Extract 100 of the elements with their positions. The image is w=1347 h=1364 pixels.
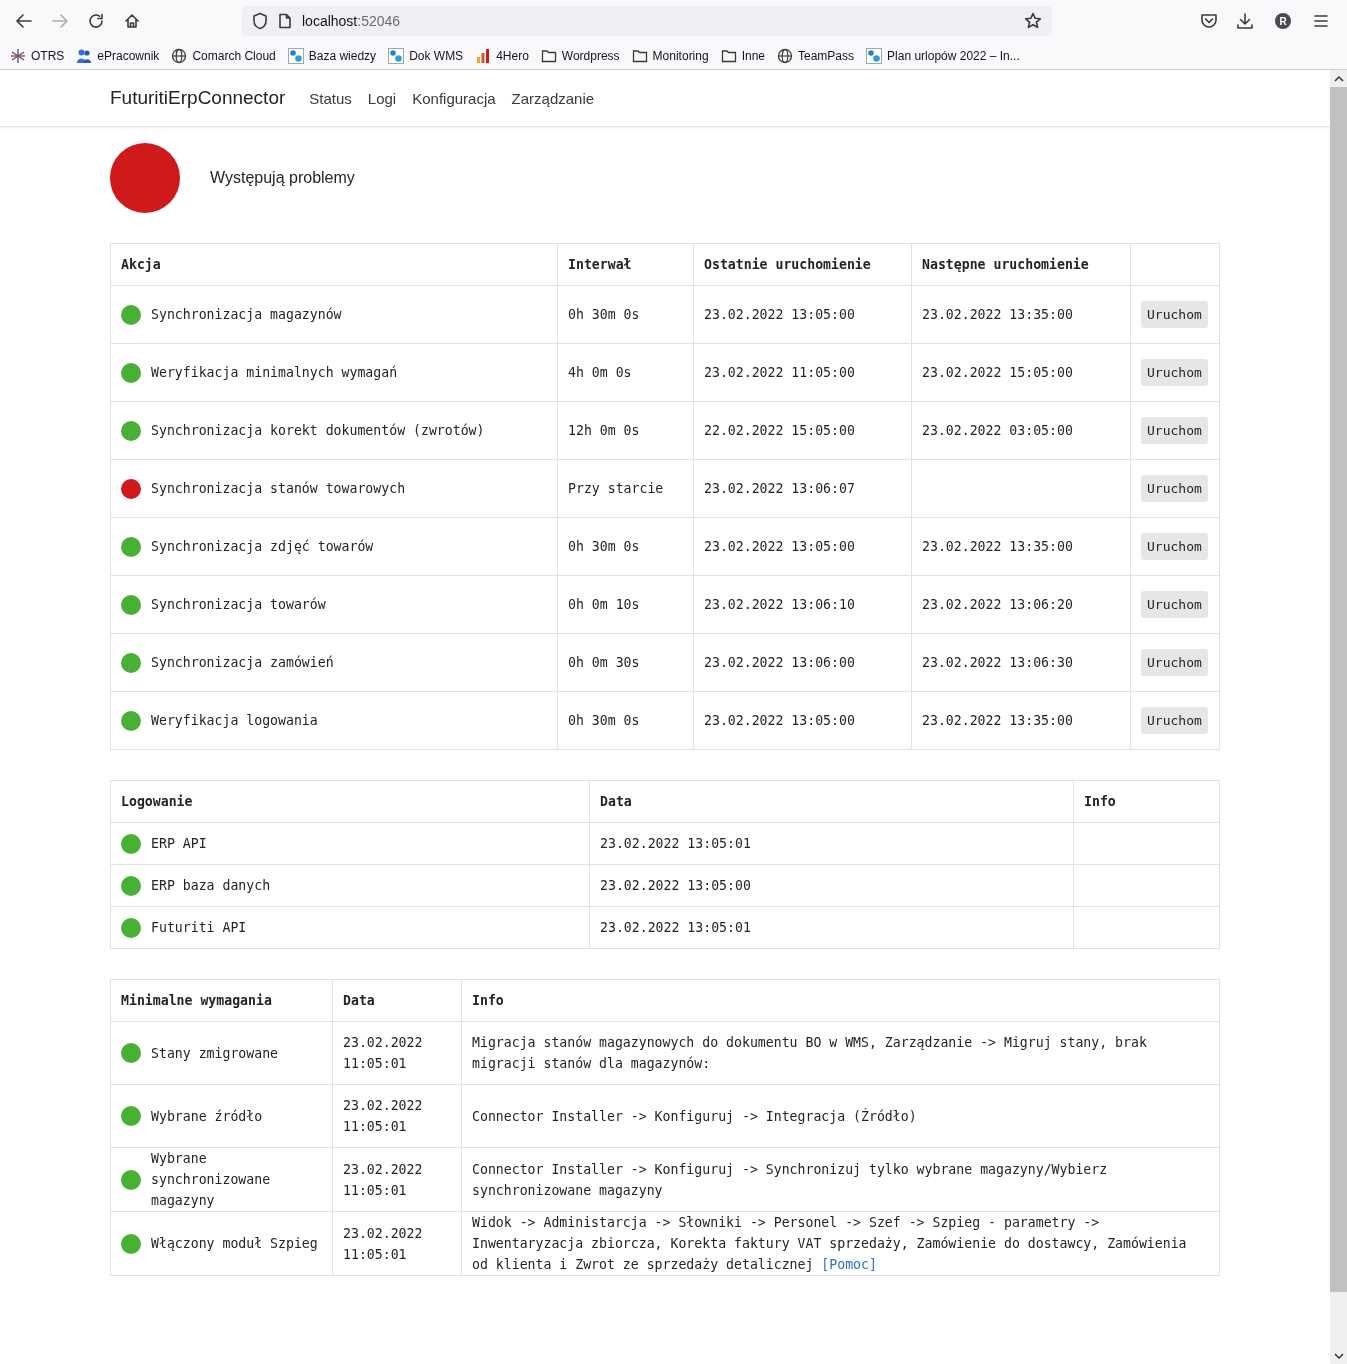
table-cell: 23.02.2022 11:05:00	[704, 365, 855, 380]
table-cell: 0h 0m 10s	[568, 597, 640, 612]
table-cell: 23.02.2022 13:05:01	[600, 920, 751, 935]
column-header: Info	[1084, 794, 1116, 809]
home-icon[interactable]	[124, 13, 140, 29]
table-cell: 23.02.2022 11:05:01	[343, 1161, 423, 1198]
reload-icon[interactable]	[88, 13, 104, 29]
info-text: Migracja stanów magazynowych do dokumentu BO w WMS, Zarządzanie -> Migruj stany, brak migracji stanów dla magazynów:	[472, 1034, 1148, 1073]
column-header: Ostatnie uruchomienie	[704, 257, 871, 272]
table-cell: 23.02.2022 13:05:00	[704, 307, 855, 322]
column-header: Data	[343, 993, 375, 1008]
table-cell: 23.02.2022 13:05:01	[600, 836, 751, 851]
action-name: Weryfikacja minimalnych wymagań	[151, 364, 398, 382]
bookmark-link[interactable]: Plan urlopów 2022 – In...	[866, 47, 1020, 64]
run-button[interactable]: Uruchom	[1141, 533, 1208, 560]
profile-avatar[interactable]: R	[1275, 13, 1291, 29]
column-header: Akcja	[121, 257, 161, 272]
address-bar[interactable]: localhost:52046	[242, 6, 1052, 36]
table-cell: 23.02.2022 13:06:00	[704, 655, 855, 670]
people-icon	[76, 47, 93, 64]
menu-icon[interactable]	[1313, 14, 1329, 28]
table-cell: 23.02.2022 15:05:00	[922, 365, 1073, 380]
nav-link[interactable]: Logi	[367, 89, 397, 107]
bookmark-link[interactable]: Monitoring	[631, 47, 709, 64]
table-cell: 23.02.2022 13:06:30	[922, 655, 1073, 670]
table-cell: Przy starcie	[568, 481, 664, 496]
column-header: Minimalne wymagania	[121, 993, 272, 1008]
page-icon	[278, 13, 292, 29]
bookmark-link[interactable]: Dok WMS	[388, 47, 464, 64]
table-cell: 23.02.2022 13:06:20	[922, 597, 1073, 612]
table-cell: 12h 0m 0s	[568, 423, 640, 438]
table-cell: 23.02.2022 13:05:00	[704, 713, 855, 728]
action-name: Synchronizacja magazynów	[151, 306, 342, 324]
url-text: localhost:52046	[302, 13, 401, 29]
app-brand[interactable]: FuturitiErpConnector	[110, 87, 286, 109]
table-cell: 22.02.2022 15:05:00	[704, 423, 855, 438]
run-button[interactable]: Uruchom	[1141, 359, 1208, 386]
table-cell: 23.02.2022 13:35:00	[922, 713, 1073, 728]
nav-link[interactable]: Status	[309, 89, 352, 107]
folder-icon	[540, 47, 557, 64]
globe-icon	[777, 47, 793, 64]
bookmark-link[interactable]: ePracownik	[76, 47, 160, 64]
nav-link[interactable]: Konfiguracja	[412, 89, 496, 107]
bookmark-link[interactable]: Comarch Cloud	[171, 47, 276, 64]
globe-icon	[171, 47, 188, 64]
bookmark-link[interactable]: TeamPass	[777, 47, 855, 64]
table-cell: 23.02.2022 13:06:07	[704, 481, 855, 496]
run-button[interactable]: Uruchom	[1141, 301, 1208, 328]
bookmark-link[interactable]: Wordpress	[540, 47, 620, 64]
table-cell: 23.02.2022 11:05:01	[343, 1098, 423, 1134]
action-name: ERP baza danych	[151, 877, 271, 895]
status-message: Występują problemy	[210, 169, 355, 187]
run-button[interactable]: Uruchom	[1141, 591, 1208, 618]
table-cell: 23.02.2022 13:35:00	[922, 539, 1073, 554]
table-cell: 4h 0m 0s	[568, 365, 632, 380]
info-text: Widok -> Administarcja -> Słowniki -> Personel -> Szef -> Szpieg - parametry -> Inwentaryzacja zbiorcza, Korekta faktury VAT sprzedaży, Zamówienie do dostawcy, Zamówienia od klienta i Zwrot ze sprzedaży detalicznej [Pomoc]	[472, 1214, 1188, 1274]
shield-icon	[252, 12, 268, 30]
bookmark-link[interactable]: OTRS	[10, 47, 65, 64]
action-name: Weryfikacja logowania	[151, 712, 318, 730]
bookmark-link[interactable]: 4Hero	[475, 47, 529, 64]
help-link[interactable]: [Pomoc]	[821, 1257, 877, 1272]
action-name: Wybrane źródło	[151, 1107, 263, 1126]
column-header: Interwał	[568, 257, 632, 272]
column-header: Następne uruchomienie	[922, 257, 1089, 272]
table-cell: 0h 30m 0s	[568, 307, 640, 322]
table-cell: 23.02.2022 03:05:00	[922, 423, 1073, 438]
action-name: Synchronizacja stanów towarowych	[151, 480, 406, 498]
action-name: Futuriti API	[151, 919, 247, 937]
run-button[interactable]: Uruchom	[1141, 475, 1208, 502]
action-name: Synchronizacja zamówień	[151, 654, 334, 672]
run-button[interactable]: Uruchom	[1141, 417, 1208, 444]
info-text: Connector Installer -> Konfiguruj -> Synchronizuj tylko wybrane magazyny/Wybierz synchronizowane magazyny	[472, 1160, 1109, 1200]
action-name: Synchronizacja korekt dokumentów (zwrotów)	[151, 422, 485, 440]
asterisk-icon	[10, 47, 26, 64]
table-cell: 23.02.2022 13:05:00	[600, 878, 751, 893]
pocket-icon[interactable]	[1200, 13, 1218, 29]
column-header: Info	[472, 993, 504, 1008]
column-header: Data	[600, 794, 632, 809]
folder-icon	[631, 47, 648, 64]
bookmark-star-icon[interactable]	[1024, 12, 1042, 30]
run-button[interactable]: Uruchom	[1141, 649, 1208, 676]
bookmark-link[interactable]: Baza wiedzy	[287, 47, 377, 64]
action-name: Synchronizacja zdjęć towarów	[151, 538, 374, 556]
nav-link[interactable]: Zarządzanie	[511, 89, 595, 107]
folder-icon	[720, 47, 737, 64]
bookmark-link[interactable]: Inne	[720, 47, 765, 64]
table-cell: 0h 0m 30s	[568, 655, 640, 670]
table-cell: 23.02.2022 11:05:01	[343, 1035, 423, 1071]
run-button[interactable]: Uruchom	[1141, 707, 1208, 734]
action-name: Wybrane synchronizowane magazyny	[151, 1150, 272, 1210]
table-cell: 0h 30m 0s	[568, 713, 640, 728]
bar-chart-icon	[475, 47, 492, 64]
back-icon[interactable]	[15, 13, 33, 29]
table-cell: 23.02.2022 13:35:00	[922, 307, 1073, 322]
action-name: Włączony moduł Szpieg	[151, 1235, 318, 1253]
column-header: Logowanie	[121, 794, 193, 809]
action-name: Stany zmigrowane	[151, 1044, 279, 1063]
table-cell: 23.02.2022 11:05:01	[343, 1225, 423, 1262]
download-icon[interactable]	[1236, 12, 1254, 30]
table-cell: 0h 30m 0s	[568, 539, 640, 554]
